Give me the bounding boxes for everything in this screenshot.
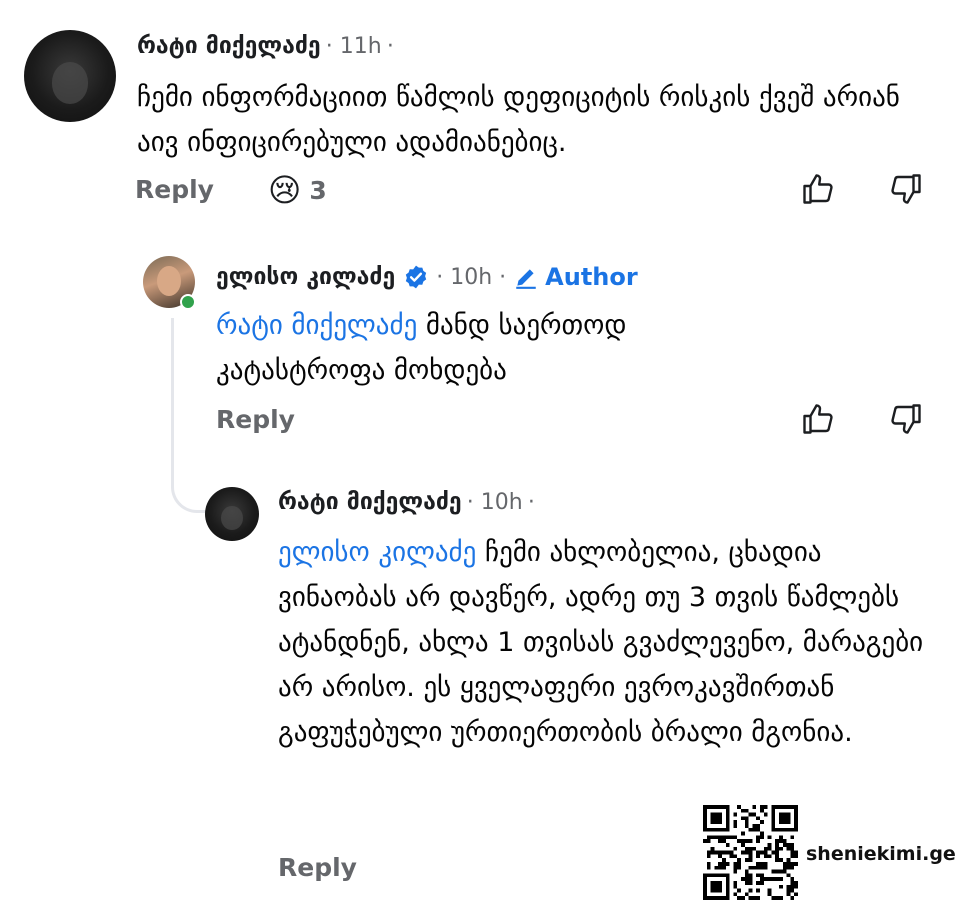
comment-header: ელისო კილაძე · 10h · Author bbox=[216, 263, 638, 291]
thumbs-up-icon[interactable] bbox=[800, 400, 836, 438]
thumbs-down-icon[interactable] bbox=[888, 400, 924, 438]
comment-text: ელისო კილაძე ჩემი ახლობელია, ცხადია ვინა… bbox=[278, 530, 928, 755]
thumbs-down-icon[interactable] bbox=[888, 170, 924, 208]
separator: · bbox=[466, 490, 481, 515]
comment-text: ჩემი ინფორმაციით წამლის დეფიციტის რისკის… bbox=[137, 82, 900, 158]
pencil-icon bbox=[513, 264, 539, 290]
author-name[interactable]: რატი მიქელაძე bbox=[137, 33, 321, 59]
author-name[interactable]: რატი მიქელაძე bbox=[278, 489, 462, 515]
watermark-site: sheniekimi.ge bbox=[806, 843, 956, 865]
author-name[interactable]: ელისო კილაძე bbox=[216, 264, 395, 290]
online-status-dot bbox=[180, 294, 196, 310]
thread-line bbox=[171, 318, 174, 488]
author-badge: Author bbox=[545, 263, 638, 291]
avatar[interactable] bbox=[205, 487, 259, 541]
separator: · bbox=[492, 264, 514, 290]
thumbs-up-icon[interactable] bbox=[800, 170, 836, 208]
reply-button[interactable]: Reply bbox=[216, 405, 295, 434]
thread-curve bbox=[171, 470, 208, 513]
comment-body: ჩემი ახლობელია, ცხადია ვინაობას არ დავწე… bbox=[278, 537, 924, 748]
avatar[interactable] bbox=[24, 30, 116, 122]
sad-emoji-icon: 😢 bbox=[268, 171, 302, 209]
reply-button[interactable]: Reply bbox=[135, 175, 214, 204]
timestamp[interactable]: 10h bbox=[481, 490, 523, 515]
timestamp[interactable]: 11h bbox=[340, 34, 382, 59]
separator: · bbox=[325, 34, 340, 59]
comment-header: რატი მიქელაძე · 10h · bbox=[278, 489, 535, 515]
separator: · bbox=[386, 34, 394, 59]
comment-text: რატი მიქელაძე მანდ საერთოდ კატასტროფა მო… bbox=[216, 303, 776, 393]
reaction-summary[interactable]: 😢 3 bbox=[268, 170, 327, 210]
mention-link[interactable]: ელისო კილაძე bbox=[278, 537, 476, 568]
qr-code-icon bbox=[703, 805, 798, 900]
verified-badge-icon bbox=[403, 264, 429, 290]
mention-link[interactable]: რატი მიქელაძე bbox=[216, 310, 417, 341]
reply-button[interactable]: Reply bbox=[278, 853, 357, 882]
timestamp[interactable]: 10h bbox=[450, 265, 492, 290]
comment-header: რატი მიქელაძე · 11h · bbox=[137, 33, 394, 59]
separator: · bbox=[527, 490, 535, 515]
separator: · bbox=[429, 264, 451, 290]
reaction-count: 3 bbox=[309, 175, 327, 205]
